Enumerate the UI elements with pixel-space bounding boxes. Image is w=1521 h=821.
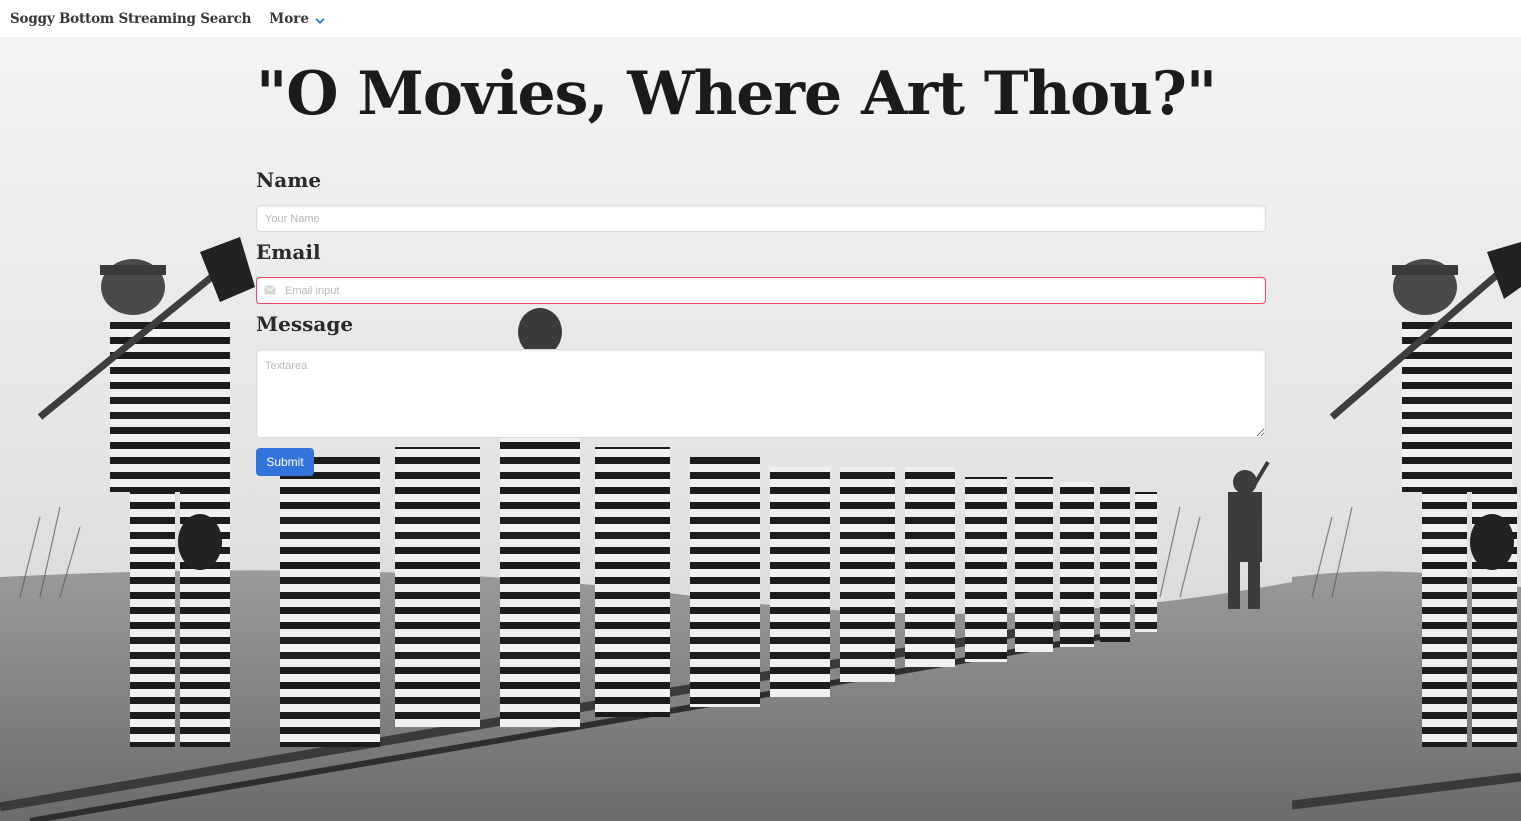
email-input[interactable] [256, 277, 1266, 304]
page-title: "O Movies, Where Art Thou?" [256, 59, 1217, 129]
chevron-down-icon [315, 18, 325, 24]
more-label: More [269, 10, 309, 27]
email-field [256, 277, 1266, 304]
envelope-icon [264, 285, 276, 295]
message-label: Message [256, 312, 354, 336]
submit-button[interactable]: Submit [256, 448, 314, 476]
background-photo-repeat [1292, 37, 1521, 821]
navbar: Soggy Bottom Streaming Search More [0, 0, 1521, 37]
email-label: Email [256, 240, 321, 264]
name-input[interactable] [256, 205, 1266, 232]
message-textarea[interactable] [256, 349, 1266, 438]
more-dropdown[interactable]: More [269, 11, 325, 27]
name-label: Name [256, 168, 322, 192]
navbar-brand[interactable]: Soggy Bottom Streaming Search [10, 11, 251, 27]
